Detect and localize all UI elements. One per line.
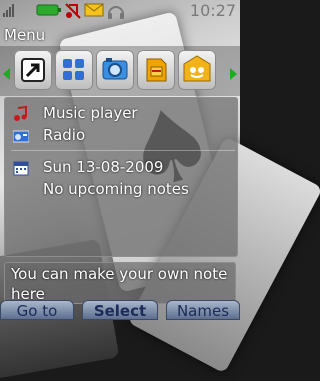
select-softkey-button[interactable]: Select	[82, 300, 158, 320]
date-label: Sun 13-08-2009	[43, 158, 164, 176]
page-title: Menu	[4, 26, 46, 44]
radio-icon	[13, 130, 29, 143]
messaging-icon	[183, 55, 211, 82]
no-audio-icon	[64, 2, 82, 24]
upcoming-notes-label: No upcoming notes	[43, 180, 189, 198]
divider	[11, 150, 235, 151]
headset-icon	[106, 2, 126, 24]
status-bar: 10:27	[0, 0, 240, 22]
softkey-bar: Go to Select Names	[0, 298, 240, 320]
shortcut-icon	[21, 58, 45, 82]
calendar-icon	[13, 161, 29, 176]
music-player-label: Music player	[43, 104, 138, 122]
sim-card-icon	[146, 58, 167, 82]
camera-icon	[102, 58, 128, 80]
scroll-left-arrow-icon[interactable]	[3, 68, 10, 80]
tab-messaging[interactable]	[178, 50, 216, 90]
signal-icon	[2, 2, 18, 22]
music-note-icon	[14, 106, 27, 121]
tab-sim-services[interactable]	[137, 50, 175, 90]
message-icon	[84, 2, 104, 22]
clock: 10:27	[189, 1, 236, 20]
applications-icon	[63, 59, 84, 80]
tab-applications[interactable]	[55, 50, 93, 90]
radio-label: Radio	[43, 126, 86, 144]
tab-shortcuts[interactable]	[14, 50, 52, 90]
tab-camera[interactable]	[96, 50, 134, 90]
battery-icon	[36, 2, 62, 22]
shortcuts-panel: Music player Radio Sun 13-08-2009 No upc…	[4, 97, 238, 257]
right-softkey-button[interactable]: Names	[166, 300, 240, 320]
scroll-right-arrow-icon[interactable]	[230, 68, 237, 80]
left-softkey-button[interactable]: Go to	[0, 300, 74, 320]
